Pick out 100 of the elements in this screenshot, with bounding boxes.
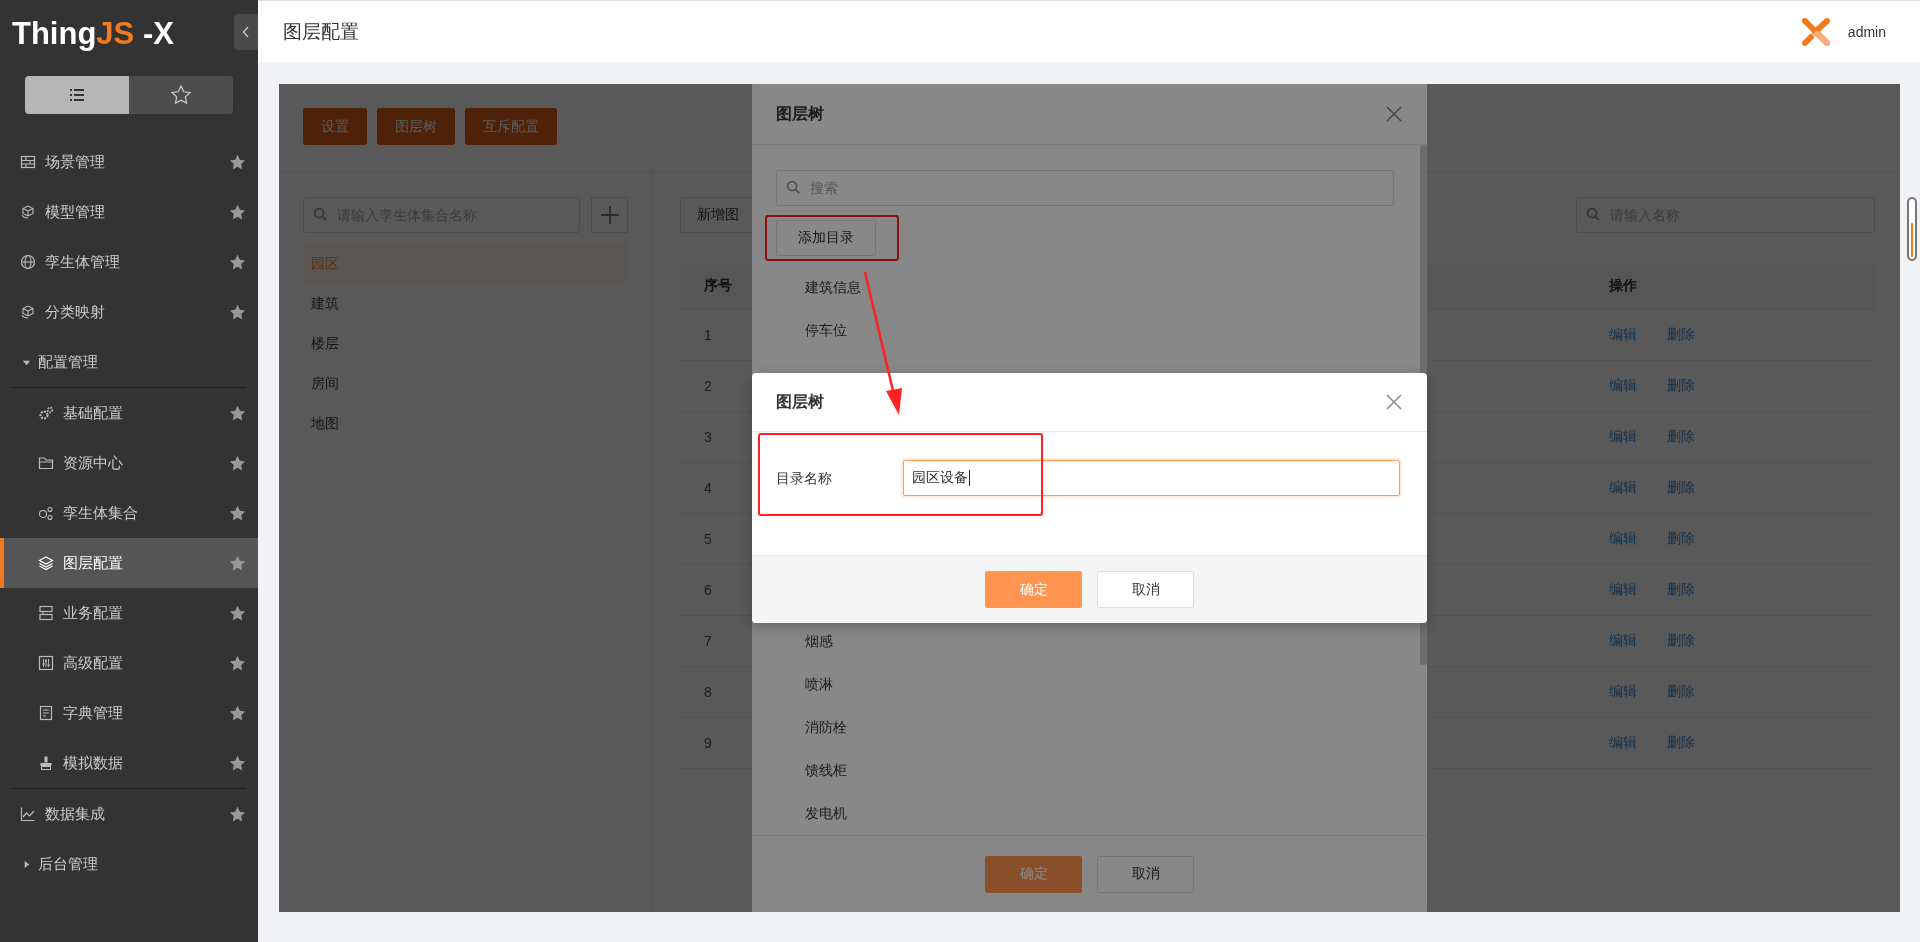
search-icon	[786, 180, 801, 195]
action-link[interactable]: 编辑	[1609, 326, 1637, 344]
confirm-button[interactable]: 确定	[985, 855, 1082, 893]
table-cell: 4	[704, 480, 712, 496]
nodes-icon	[38, 505, 54, 521]
star-icon[interactable]	[229, 153, 246, 171]
folder-name-field[interactable]: 园区设备	[903, 460, 1400, 496]
action-link[interactable]: 编辑	[1609, 377, 1637, 395]
logo: ThingJS -X	[11, 15, 174, 53]
action-link[interactable]: 删除	[1667, 530, 1695, 548]
search-icon	[313, 207, 328, 222]
collection-item[interactable]: 地图	[303, 403, 628, 443]
toolbar-button[interactable]: 图层树	[377, 108, 455, 145]
tree-item[interactable]: 发电机	[776, 792, 1394, 835]
tree-item[interactable]: 消防栓	[776, 706, 1394, 749]
collection-item[interactable]: 楼层	[303, 323, 628, 363]
grid-icon	[20, 154, 36, 170]
tree-item[interactable]: 烟感	[776, 620, 1394, 663]
nav-item[interactable]: 场景管理	[0, 137, 258, 187]
cube-icon	[20, 204, 36, 220]
collection-item[interactable]: 房间	[303, 363, 628, 403]
close-icon[interactable]	[1385, 105, 1403, 123]
nav-item[interactable]: 孪生体集合	[0, 488, 258, 538]
nav-item[interactable]: 模型管理	[0, 187, 258, 237]
caret-icon[interactable]	[22, 859, 31, 869]
action-link[interactable]: 删除	[1667, 632, 1695, 650]
action-link[interactable]: 删除	[1667, 428, 1695, 446]
nav-item[interactable]: 孪生体管理	[0, 237, 258, 287]
star-icon[interactable]	[229, 253, 246, 271]
close-icon[interactable]	[1385, 393, 1403, 411]
star-icon[interactable]	[229, 303, 246, 321]
action-link[interactable]: 编辑	[1609, 530, 1637, 548]
star-icon[interactable]	[229, 504, 246, 522]
gear-icon	[38, 405, 54, 421]
table-cell: 8	[704, 684, 712, 700]
action-link[interactable]: 编辑	[1609, 428, 1637, 446]
action-link[interactable]: 删除	[1667, 326, 1695, 344]
nav-item[interactable]: 模拟数据	[0, 738, 258, 788]
tree-item[interactable]: 馈线柜	[776, 749, 1394, 792]
table-cell: 1	[704, 327, 712, 343]
toolbar-button[interactable]: 互斥配置	[465, 108, 557, 145]
table-cell: 5	[704, 531, 712, 547]
dialog-title: 图层树	[776, 391, 824, 412]
list-icon	[69, 88, 85, 102]
dialog-title: 图层树	[776, 103, 824, 124]
tree-item[interactable]: 建筑信息	[776, 266, 1394, 309]
nav-item[interactable]: 分类映射	[0, 287, 258, 337]
toolbar-button[interactable]: 设置	[303, 108, 367, 145]
table-cell: 7	[704, 633, 712, 649]
nav-item[interactable]: 数据集成	[0, 789, 258, 839]
star-icon[interactable]	[229, 404, 246, 422]
field-label: 目录名称	[776, 469, 833, 488]
table-cell: 9	[704, 735, 712, 751]
star-icon[interactable]	[229, 454, 246, 472]
star-icon[interactable]	[229, 754, 246, 772]
cube-icon	[20, 304, 36, 320]
tree-item[interactable]: 停车位	[776, 309, 1394, 352]
cancel-button[interactable]: 取消	[1097, 855, 1194, 893]
action-link[interactable]: 删除	[1667, 479, 1695, 497]
nav-item[interactable]: 图层配置	[0, 538, 258, 588]
add-folder-button[interactable]: 添加目录	[776, 220, 876, 256]
action-link[interactable]: 编辑	[1609, 479, 1637, 497]
table-cell: 3	[704, 429, 712, 445]
nav-group[interactable]: 配置管理	[0, 337, 258, 387]
scrollbar[interactable]	[1907, 197, 1917, 261]
page-title: 图层配置	[283, 19, 359, 44]
chevron-left-icon	[242, 26, 250, 38]
folder-icon	[38, 455, 54, 471]
layers-icon	[38, 555, 54, 571]
confirm-button[interactable]: 确定	[985, 571, 1082, 608]
user-name[interactable]: admin	[1847, 23, 1886, 40]
collapse-button[interactable]	[234, 14, 258, 50]
action-link[interactable]: 删除	[1667, 581, 1695, 599]
star-icon[interactable]	[229, 805, 246, 823]
action-link[interactable]: 编辑	[1609, 734, 1637, 752]
action-link[interactable]: 编辑	[1609, 632, 1637, 650]
tree-item[interactable]: 喷淋	[776, 663, 1394, 706]
action-link[interactable]: 编辑	[1609, 581, 1637, 599]
star-icon[interactable]	[229, 203, 246, 221]
nav-item[interactable]: 基础配置	[0, 388, 258, 438]
star-icon[interactable]	[229, 654, 246, 672]
action-link[interactable]: 删除	[1667, 734, 1695, 752]
table-cell: 2	[704, 378, 712, 394]
favorites-tab[interactable]	[129, 76, 233, 114]
nav-item[interactable]: 高级配置	[0, 638, 258, 688]
action-link[interactable]: 编辑	[1609, 683, 1637, 701]
search-icon	[1586, 207, 1601, 222]
nav-item[interactable]: 资源中心	[0, 438, 258, 488]
action-link[interactable]: 删除	[1667, 377, 1695, 395]
nav-item[interactable]: 字典管理	[0, 688, 258, 738]
cancel-button[interactable]: 取消	[1097, 571, 1194, 608]
star-icon[interactable]	[229, 554, 246, 572]
star-icon[interactable]	[229, 704, 246, 722]
collection-item[interactable]: 建筑	[303, 283, 628, 323]
chart-icon	[20, 806, 36, 822]
nav-item[interactable]: 业务配置	[0, 588, 258, 638]
nav-group[interactable]: 后台管理	[0, 839, 258, 889]
action-link[interactable]: 删除	[1667, 683, 1695, 701]
star-icon[interactable]	[229, 604, 246, 622]
table-cell: 6	[704, 582, 712, 598]
